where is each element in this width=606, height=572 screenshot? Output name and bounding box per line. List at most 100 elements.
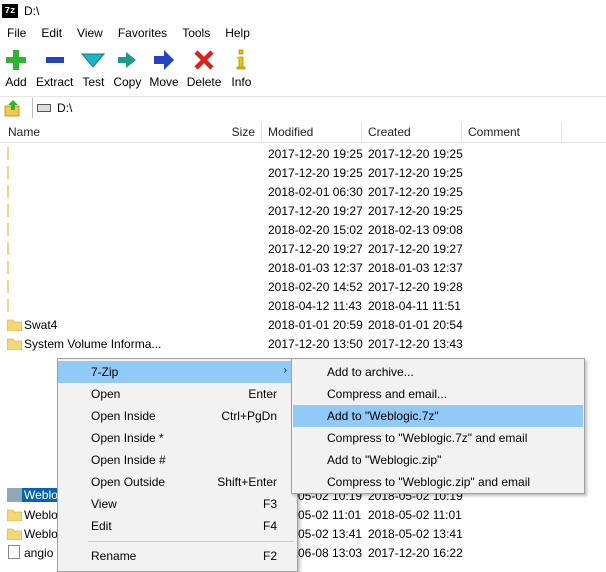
7zip-submenu: Add to archive... Compress and email... … bbox=[291, 358, 585, 494]
column-header-created[interactable]: Created bbox=[362, 122, 462, 143]
file-modified: 05-02 11:01 bbox=[298, 508, 362, 522]
table-row[interactable]: 2017-12-20 19:27 2017-12-20 19:25 bbox=[0, 202, 606, 221]
folder-icon bbox=[7, 299, 9, 312]
file-modified: 2017-12-20 19:27 bbox=[268, 204, 363, 218]
test-button[interactable]: Test bbox=[81, 44, 106, 92]
file-name: angio bbox=[24, 546, 54, 560]
menu-item-label: Open Outside bbox=[91, 475, 166, 489]
submenu-item-label: Add to "Weblogic.7z" bbox=[327, 409, 439, 423]
test-button-label: Test bbox=[82, 75, 105, 89]
file-name: Weblo bbox=[22, 488, 60, 502]
menu-edit[interactable]: Edit bbox=[34, 26, 70, 40]
submenu-item-label: Add to archive... bbox=[327, 365, 414, 379]
table-row[interactable]: System Volume Informa... 2017-12-20 13:5… bbox=[0, 335, 606, 354]
menu-item-open-inside-hash[interactable]: Open Inside # bbox=[58, 449, 297, 471]
address-path: D:\ bbox=[57, 100, 73, 115]
file-name: Weblo bbox=[24, 508, 58, 522]
file-name: Swat4 bbox=[24, 318, 58, 332]
menu-item-shortcut: Enter bbox=[248, 387, 277, 401]
table-row[interactable]: 2018-02-20 14:52 2017-12-20 19:28 bbox=[0, 278, 606, 297]
menu-item-shortcut: F2 bbox=[262, 549, 277, 563]
table-row[interactable]: 2018-02-01 06:30 2017-12-20 19:25 bbox=[0, 183, 606, 202]
menu-item-view[interactable]: View F3 bbox=[58, 493, 297, 515]
submenu-item-label: Compress to "Weblogic.zip" and email bbox=[327, 475, 531, 489]
file-created: 2018-05-02 13:41 bbox=[368, 527, 463, 541]
submenu-item-compress-zip-email[interactable]: Compress to "Weblogic.zip" and email bbox=[293, 471, 583, 493]
file-modified: 2018-01-03 12:37 bbox=[268, 261, 363, 275]
menu-item-shortcut: F4 bbox=[262, 519, 277, 533]
file-created: 2018-05-02 11:01 bbox=[368, 508, 462, 522]
info-icon bbox=[229, 48, 253, 72]
folder-icon bbox=[7, 280, 9, 293]
file-name: Weblo bbox=[24, 527, 58, 541]
file-created: 2017-12-20 19:28 bbox=[368, 280, 463, 294]
move-button[interactable]: Move bbox=[149, 44, 179, 92]
menu-favorites[interactable]: Favorites bbox=[111, 26, 175, 40]
table-row[interactable]: 2017-12-20 19:27 2017-12-20 19:27 bbox=[0, 240, 606, 259]
context-menu: 7-Zip › Open Enter Open Inside Ctrl+PgDn… bbox=[57, 358, 298, 572]
submenu-item-label: Compress to "Weblogic.7z" and email bbox=[327, 431, 528, 445]
copy-button[interactable]: Copy bbox=[113, 44, 141, 92]
submenu-item-compress-7z-email[interactable]: Compress to "Weblogic.7z" and email bbox=[293, 427, 583, 449]
file-modified: 2018-02-01 06:30 bbox=[268, 185, 363, 199]
check-icon bbox=[81, 48, 106, 72]
file-modified: 2018-02-20 14:52 bbox=[268, 280, 363, 294]
column-header-size[interactable]: Size bbox=[0, 122, 262, 143]
folder-icon bbox=[7, 223, 9, 236]
file-created: 2017-12-20 16:22 bbox=[368, 546, 463, 560]
file-created: 2017-12-20 19:25 bbox=[368, 185, 463, 199]
menu-item-shortcut: Ctrl+PgDn bbox=[221, 409, 277, 423]
menu-item-label: 7-Zip bbox=[91, 365, 119, 379]
info-button-label: Info bbox=[231, 75, 252, 89]
menu-item-open-inside-star[interactable]: Open Inside * bbox=[58, 427, 297, 449]
file-modified: 2017-12-20 19:25 bbox=[268, 147, 363, 161]
submenu-arrow-icon: › bbox=[283, 365, 287, 376]
file-icon bbox=[8, 545, 20, 559]
submenu-item-add-to-7z[interactable]: Add to "Weblogic.7z" bbox=[293, 405, 583, 427]
table-row[interactable]: Swat4 2018-01-01 20:59 2018-01-01 20:54 bbox=[0, 316, 606, 335]
submenu-item-add-to-archive[interactable]: Add to archive... bbox=[293, 361, 583, 383]
folder-icon bbox=[7, 204, 9, 217]
column-headers: Name Size Modified Created Comment bbox=[0, 122, 606, 143]
table-row[interactable]: 2017-12-20 19:25 2017-12-20 19:25 bbox=[0, 164, 606, 183]
menu-item-7zip[interactable]: 7-Zip › bbox=[58, 361, 297, 383]
menu-item-open-outside[interactable]: Open Outside Shift+Enter bbox=[58, 471, 297, 493]
menu-help[interactable]: Help bbox=[218, 26, 258, 40]
menu-item-shortcut: F3 bbox=[262, 497, 277, 511]
menu-item-edit[interactable]: Edit F4 bbox=[58, 515, 297, 537]
extract-button[interactable]: Extract bbox=[36, 44, 73, 92]
table-row[interactable]: 2018-01-03 12:37 2018-01-03 12:37 bbox=[0, 259, 606, 278]
column-header-comment[interactable]: Comment bbox=[462, 122, 562, 143]
info-button[interactable]: Info bbox=[229, 44, 253, 92]
menu-item-rename[interactable]: Rename F2 bbox=[58, 545, 297, 567]
folder-icon bbox=[7, 166, 9, 179]
folder-up-icon[interactable] bbox=[2, 97, 24, 119]
file-name: System Volume Informa... bbox=[24, 337, 162, 351]
submenu-item-compress-and-email[interactable]: Compress and email... bbox=[293, 383, 583, 405]
menu-item-open[interactable]: Open Enter bbox=[58, 383, 297, 405]
extract-button-label: Extract bbox=[36, 75, 74, 89]
submenu-item-add-to-zip[interactable]: Add to "Weblogic.zip" bbox=[293, 449, 583, 471]
menu-bar: File Edit View Favorites Tools Help bbox=[0, 22, 606, 43]
menu-tools[interactable]: Tools bbox=[175, 26, 218, 40]
file-modified: 2018-01-01 20:59 bbox=[268, 318, 363, 332]
table-row[interactable]: 2018-02-20 15:02 2018-02-13 09:08 bbox=[0, 221, 606, 240]
address-field[interactable]: D:\ bbox=[32, 97, 606, 118]
file-created: 2018-01-03 12:37 bbox=[368, 261, 463, 275]
column-header-modified[interactable]: Modified bbox=[262, 122, 362, 143]
table-row[interactable]: 2017-12-20 19:25 2017-12-20 19:25 bbox=[0, 145, 606, 164]
folder-icon bbox=[7, 147, 9, 160]
plus-icon bbox=[4, 48, 28, 72]
delete-button[interactable]: Delete bbox=[187, 44, 221, 92]
add-button[interactable]: Add bbox=[4, 44, 28, 92]
toolbar: Add Extract Test Copy Move Delete Info bbox=[0, 44, 606, 92]
menu-item-label: Rename bbox=[91, 549, 137, 563]
menu-item-label: Edit bbox=[91, 519, 112, 533]
drive-icon bbox=[37, 103, 51, 112]
file-modified: 2017-12-20 19:25 bbox=[268, 166, 363, 180]
table-row[interactable]: 2018-04-12 11:43 2018-04-11 11:51 bbox=[0, 297, 606, 316]
menu-file[interactable]: File bbox=[0, 26, 34, 40]
add-button-label: Add bbox=[5, 75, 27, 89]
menu-item-open-inside[interactable]: Open Inside Ctrl+PgDn bbox=[58, 405, 297, 427]
menu-view[interactable]: View bbox=[70, 26, 111, 40]
